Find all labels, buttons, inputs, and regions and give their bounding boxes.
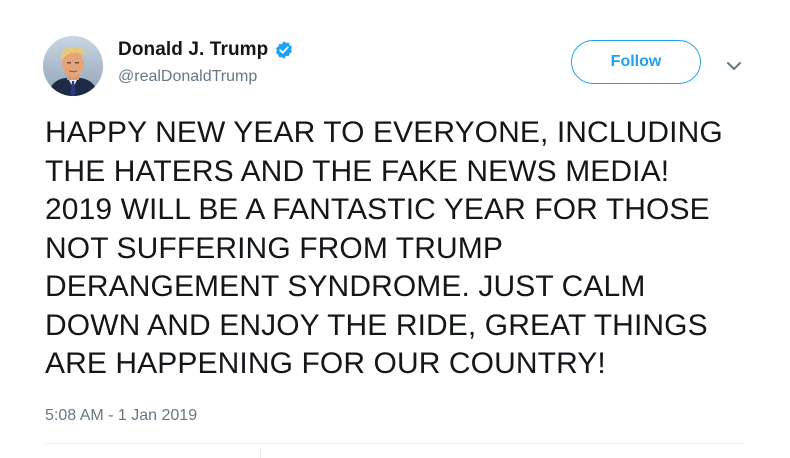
tweet-text: HAPPY NEW YEAR TO EVERYONE, INCLUDING TH… bbox=[45, 116, 723, 380]
tweet-card: Donald J. Trump @realDonaldTrump Follow … bbox=[0, 0, 790, 458]
follow-button[interactable]: Follow bbox=[571, 40, 701, 84]
profile-photo-icon bbox=[43, 36, 103, 96]
tweet-timestamp[interactable]: 5:08 AM - 1 Jan 2019 bbox=[45, 407, 197, 425]
chevron-down-icon[interactable] bbox=[722, 56, 746, 76]
user-info: Donald J. Trump @realDonaldTrump bbox=[118, 38, 294, 86]
name-row: Donald J. Trump bbox=[118, 38, 294, 62]
divider-tick bbox=[260, 448, 261, 458]
user-handle[interactable]: @realDonaldTrump bbox=[118, 68, 294, 86]
avatar[interactable] bbox=[43, 36, 103, 96]
verified-badge-icon bbox=[274, 40, 294, 60]
display-name[interactable]: Donald J. Trump bbox=[118, 39, 268, 61]
divider bbox=[45, 443, 745, 444]
